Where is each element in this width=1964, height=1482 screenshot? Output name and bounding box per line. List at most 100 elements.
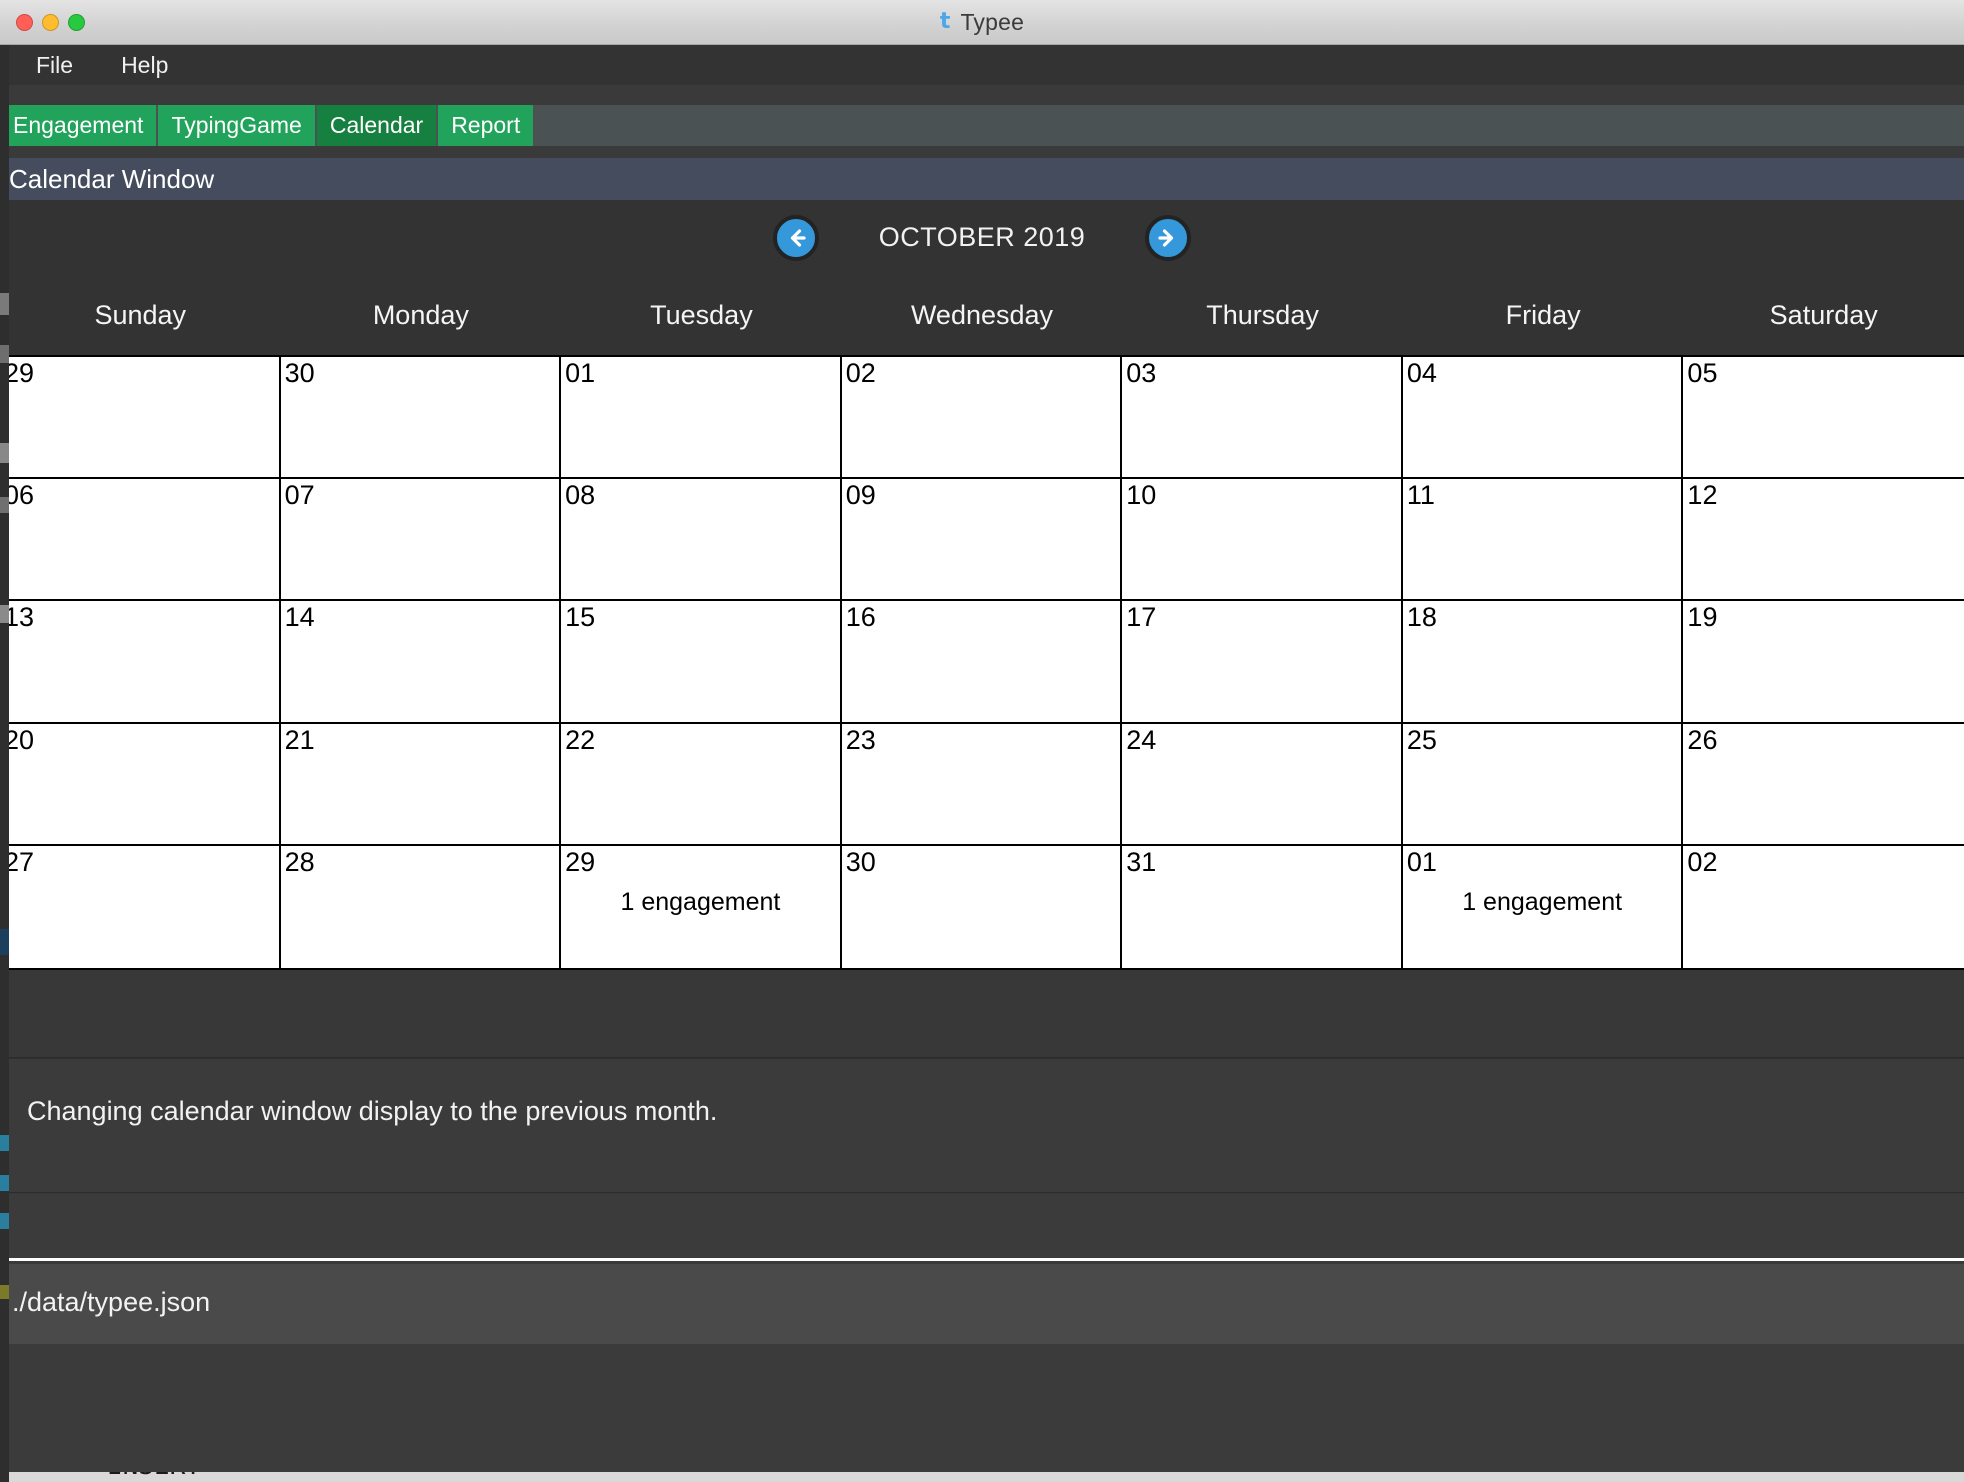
weekday-wednesday: Wednesday <box>910 299 1054 330</box>
calendar-day-grid: 29 30 01 02 03 04 05 06 07 08 09 10 11 12 13 14 15 16 17 18… <box>0 355 1964 970</box>
calendar-day-cell[interactable]: 16 <box>841 601 1123 724</box>
calendar-day-cell[interactable]: 08 <box>561 479 842 602</box>
calendar-day-cell[interactable]: 10 <box>1122 479 1403 602</box>
calendar-day-number: 04 <box>1406 358 1437 388</box>
calendar-day-number: 15 <box>565 602 596 633</box>
current-month-label: OCTOBER 2019 <box>878 222 1086 252</box>
window-title: Typee <box>960 9 1025 35</box>
tab-report[interactable]: Report <box>438 105 534 146</box>
arrow-left-icon <box>790 228 806 247</box>
calendar-day-cell[interactable]: 03 <box>1122 357 1403 480</box>
tab-bar: Engagement TypingGame Calendar Report <box>0 105 1964 146</box>
calendar-day-cell[interactable]: 11 <box>1402 479 1684 602</box>
calendar-day-cell[interactable]: 18 <box>1402 601 1684 724</box>
calendar-day-cell[interactable]: 28 <box>280 845 562 968</box>
calendar-filler-panel <box>0 970 1964 1058</box>
calendar-day-number: 30 <box>845 846 876 877</box>
calendar-day-cell[interactable]: 23 <box>841 723 1123 846</box>
menu-item-file[interactable]: File <box>36 52 73 79</box>
bottom-filler-panel <box>0 1344 1964 1474</box>
calendar-day-cell[interactable]: 01 1 engagement <box>1402 845 1684 968</box>
weekday-saturday: Saturday <box>1769 299 1878 330</box>
data-file-path-text: ./data/typee.json <box>12 1287 211 1317</box>
calendar-day-cell[interactable]: 17 <box>1122 601 1403 724</box>
background-terminal-text: -- INSERT -- <box>60 1472 248 1481</box>
calendar-day-number: 23 <box>845 724 876 755</box>
calendar-day-cell[interactable]: 26 <box>1683 723 1964 846</box>
arrow-right-icon <box>1158 228 1174 247</box>
weekday-thursday: Thursday <box>1206 299 1319 330</box>
tab-typinggame[interactable]: TypingGame <box>158 105 315 146</box>
next-month-button[interactable] <box>1145 214 1191 261</box>
calendar-day-number: 12 <box>1687 480 1718 511</box>
calendar-day-number: 28 <box>284 846 315 877</box>
calendar-day-number: 26 <box>1687 724 1718 755</box>
calendar-day-number: 22 <box>565 724 596 755</box>
calendar-day-number: 02 <box>1687 846 1718 877</box>
calendar-day-cell[interactable]: 25 <box>1402 723 1684 846</box>
calendar-day-number: 17 <box>1126 602 1157 633</box>
background-terminal-bleed: -- INSERT -- <box>0 1472 1964 1482</box>
window-titlebar: t Typee <box>0 0 1964 45</box>
calendar-day-cell[interactable]: 20 <box>0 723 281 846</box>
month-navigation: OCTOBER 2019 <box>0 200 1964 275</box>
tab-engagement[interactable]: Engagement <box>0 105 157 146</box>
calendar-day-number: 02 <box>845 358 876 388</box>
background-window-edge-strip <box>0 45 9 1482</box>
calendar-day-cell[interactable]: 24 <box>1122 723 1403 846</box>
status-message-text: Changing calendar window display to the … <box>27 1096 718 1126</box>
calendar-day-number: 03 <box>1126 358 1157 388</box>
calendar-day-event-count[interactable]: 1 engagement <box>1403 888 1682 917</box>
data-file-path-panel[interactable]: ./data/typee.json <box>0 1264 1964 1344</box>
calendar-day-cell[interactable]: 01 <box>561 357 842 480</box>
weekday-tuesday: Tuesday <box>650 299 753 330</box>
calendar-day-number: 11 <box>1406 480 1435 511</box>
calendar-day-number: 01 <box>1406 846 1437 877</box>
calendar-body: OCTOBER 2019 Sunday Monday Tuesday Wedne… <box>0 200 1964 970</box>
calendar-day-cell[interactable]: 06 <box>0 479 281 602</box>
calendar-day-cell[interactable]: 04 <box>1402 357 1684 480</box>
calendar-day-cell[interactable]: 19 <box>1683 601 1964 724</box>
calendar-day-cell[interactable]: 12 <box>1683 479 1964 602</box>
calendar-window-header: Calendar Window <box>0 158 1964 200</box>
calendar-day-cell[interactable]: 05 <box>1683 357 1964 480</box>
menu-bar: File Help <box>0 45 1964 85</box>
menu-item-help[interactable]: Help <box>121 52 168 79</box>
calendar-day-number: 05 <box>1687 358 1718 388</box>
calendar-day-cell[interactable]: 02 <box>1683 845 1964 968</box>
calendar-day-cell[interactable]: 30 <box>280 357 562 480</box>
calendar-day-number: 18 <box>1406 602 1437 633</box>
calendar-day-cell[interactable]: 09 <box>841 479 1123 602</box>
calendar-day-cell[interactable]: 30 <box>841 845 1123 968</box>
calendar-day-number: 25 <box>1406 724 1437 755</box>
calendar-day-cell[interactable]: 22 <box>561 723 842 846</box>
calendar-day-number: 10 <box>1126 480 1157 511</box>
calendar-day-cell[interactable]: 29 1 engagement <box>561 845 842 968</box>
calendar-day-number: 31 <box>1126 846 1157 877</box>
calendar-day-cell[interactable]: 13 <box>0 601 281 724</box>
window-title-group: t Typee <box>0 0 1964 45</box>
calendar-day-cell[interactable]: 15 <box>561 601 842 724</box>
calendar-day-cell[interactable]: 14 <box>280 601 562 724</box>
calendar-day-number: 29 <box>565 846 596 877</box>
previous-month-button[interactable] <box>773 214 819 261</box>
calendar-day-cell[interactable]: 29 <box>0 357 281 480</box>
calendar-day-cell[interactable]: 31 <box>1122 845 1403 968</box>
calendar-day-cell[interactable]: 27 <box>0 845 281 968</box>
calendar-day-event-count[interactable]: 1 engagement <box>561 888 840 917</box>
weekday-sunday: Sunday <box>94 299 187 330</box>
calendar-day-cell[interactable]: 07 <box>280 479 562 602</box>
calendar-day-number: 24 <box>1126 724 1157 755</box>
calendar-day-number: 16 <box>845 602 876 633</box>
calendar-day-number: 08 <box>565 480 596 511</box>
empty-panel <box>0 1194 1964 1261</box>
calendar-day-cell[interactable]: 21 <box>280 723 562 846</box>
tab-calendar[interactable]: Calendar <box>316 105 437 146</box>
calendar-day-number: 19 <box>1687 602 1718 633</box>
calendar-window-title: Calendar Window <box>9 163 215 194</box>
weekday-friday: Friday <box>1505 299 1581 330</box>
calendar-day-number: 30 <box>284 358 315 388</box>
typee-app-window: t Typee File Help Engagement TypingGame … <box>0 0 1964 1482</box>
calendar-day-number: 21 <box>284 724 315 755</box>
calendar-day-cell[interactable]: 02 <box>841 357 1123 480</box>
